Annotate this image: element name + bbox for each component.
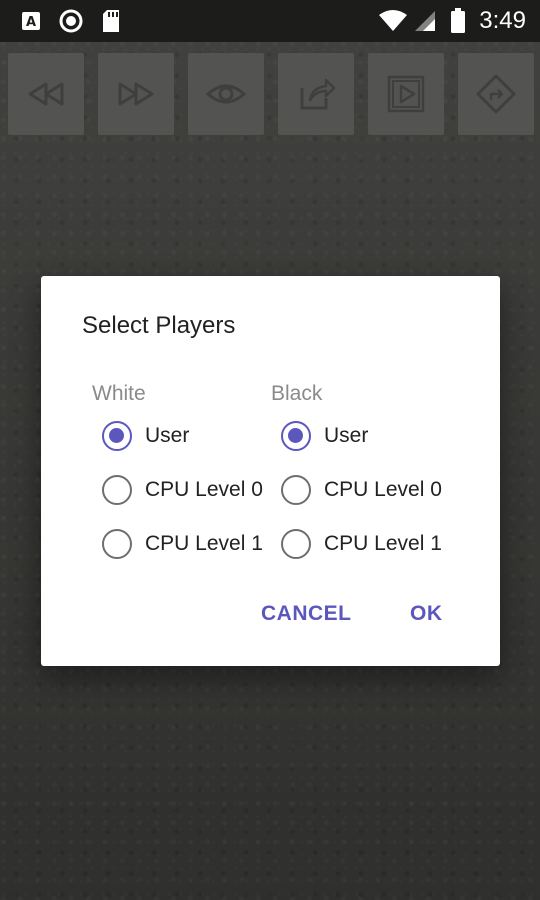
black-option-cpu-level-0[interactable]: CPU Level 0 [281, 472, 442, 508]
select-players-dialog: Select Players White Black User CPU Leve… [41, 276, 500, 666]
white-option-cpu-level-1[interactable]: CPU Level 1 [102, 526, 263, 562]
black-option-user[interactable]: User [281, 418, 368, 454]
cancel-button[interactable]: CANCEL [261, 602, 352, 626]
svg-text:A: A [26, 15, 36, 30]
dialog-title: Select Players [82, 312, 236, 339]
radio-unchecked[interactable] [102, 475, 132, 505]
radio-checked[interactable] [281, 421, 311, 451]
clock-time: 3:49 [479, 7, 526, 34]
battery-icon [448, 0, 468, 42]
black-option-label: CPU Level 0 [324, 478, 442, 501]
white-option-label: CPU Level 1 [145, 532, 263, 555]
sd-card-icon [100, 0, 122, 42]
cell-signal-icon [412, 0, 438, 42]
white-option-label: CPU Level 0 [145, 478, 263, 501]
black-option-label: User [324, 424, 369, 447]
radio-unchecked[interactable] [281, 475, 311, 505]
radio-unchecked[interactable] [102, 529, 132, 559]
white-option-cpu-level-0[interactable]: CPU Level 0 [102, 472, 263, 508]
white-column-label: White [92, 382, 146, 405]
radio-unchecked[interactable] [281, 529, 311, 559]
radio-checked[interactable] [102, 421, 132, 451]
app-a-icon: A [20, 0, 42, 42]
white-option-label: User [145, 424, 190, 447]
black-option-cpu-level-1[interactable]: CPU Level 1 [281, 526, 442, 562]
ok-button[interactable]: OK [410, 602, 443, 626]
black-column-label: Black [271, 382, 323, 405]
black-option-label: CPU Level 1 [324, 532, 442, 555]
white-option-user[interactable]: User [102, 418, 189, 454]
wifi-icon [378, 0, 408, 42]
record-icon [58, 0, 84, 42]
status-bar: A 3:49 [0, 0, 540, 42]
